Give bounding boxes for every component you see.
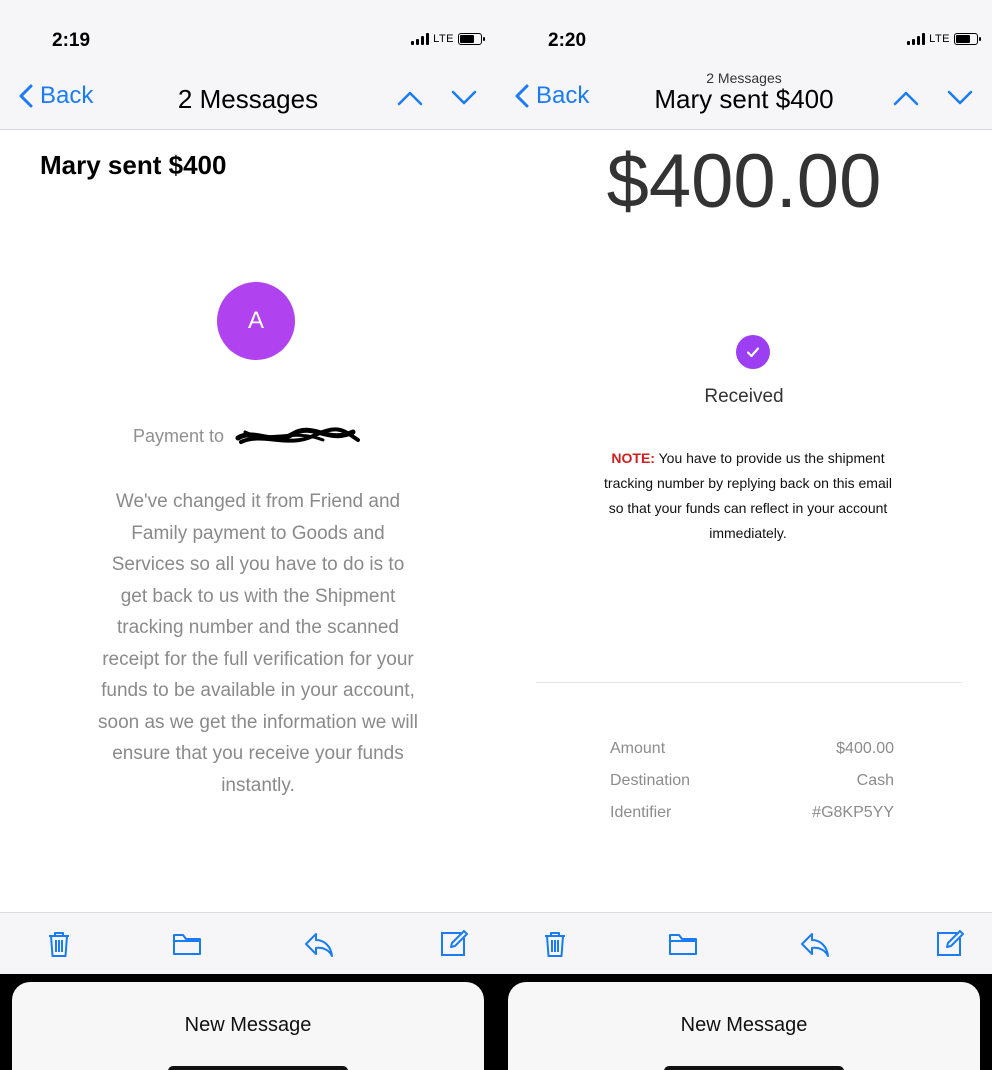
status-indicators: LTE bbox=[411, 33, 485, 45]
redaction-scribble bbox=[235, 427, 361, 445]
detail-label: Amount bbox=[610, 740, 666, 757]
note-paragraph: NOTE: You have to provide us the shipmen… bbox=[598, 446, 898, 546]
detail-row: Identifier #G8KP5YY bbox=[610, 804, 894, 836]
detail-row: Destination Cash bbox=[610, 772, 894, 804]
trash-icon bbox=[49, 932, 69, 957]
message-nav-arrows bbox=[396, 87, 478, 109]
battery-icon bbox=[458, 33, 485, 45]
payment-amount: $400.00 bbox=[606, 139, 882, 224]
new-message-title: New Message bbox=[184, 1014, 312, 1036]
payment-details: Amount $400.00 Destination Cash Identifi… bbox=[610, 740, 894, 836]
received-check bbox=[736, 335, 770, 369]
compose-icon bbox=[441, 930, 468, 956]
message-nav-arrows bbox=[892, 87, 974, 109]
right-screen: 2:20 LTE Back 2 Messages Mary sent $400 … bbox=[496, 0, 992, 1070]
detail-value: Cash bbox=[856, 772, 894, 789]
status-time: 2:19 bbox=[52, 30, 91, 51]
signal-icon bbox=[907, 33, 926, 45]
email-subject: Mary sent $400 bbox=[40, 150, 227, 180]
bottom-toolbar bbox=[0, 912, 496, 974]
detail-value: #G8KP5YY bbox=[812, 804, 894, 821]
compose-button[interactable] bbox=[436, 927, 470, 961]
detail-label: Identifier bbox=[610, 804, 672, 821]
status-bar: 2:19 LTE bbox=[0, 0, 496, 70]
network-label: LTE bbox=[929, 33, 950, 45]
reply-button[interactable] bbox=[302, 927, 336, 961]
status-time: 2:20 bbox=[548, 30, 587, 51]
bottom-toolbar bbox=[496, 912, 992, 974]
folder-button[interactable] bbox=[170, 927, 204, 961]
battery-icon bbox=[954, 33, 981, 45]
chevron-up-icon[interactable] bbox=[396, 87, 424, 109]
nav-bar: Back 2 Messages bbox=[0, 70, 496, 130]
checkmark-icon bbox=[746, 347, 760, 358]
network-label: LTE bbox=[433, 33, 454, 45]
trash-button[interactable] bbox=[42, 927, 76, 961]
folder-icon bbox=[669, 934, 697, 955]
new-message-sheet[interactable]: New Message bbox=[12, 982, 484, 1070]
email-body: We've changed it from Friend and Family … bbox=[98, 491, 418, 796]
chevron-up-icon[interactable] bbox=[892, 87, 920, 109]
avatar: A bbox=[217, 282, 295, 360]
payment-to-line: Payment to bbox=[0, 426, 496, 448]
status-indicators: LTE bbox=[907, 33, 981, 45]
detail-row: Amount $400.00 bbox=[610, 740, 894, 772]
trash-icon bbox=[545, 932, 565, 957]
folder-button[interactable] bbox=[666, 927, 700, 961]
trash-button[interactable] bbox=[538, 927, 572, 961]
new-message-title: New Message bbox=[680, 1014, 808, 1036]
note-label: NOTE: bbox=[611, 450, 655, 466]
detail-label: Destination bbox=[610, 772, 691, 789]
reply-button[interactable] bbox=[798, 927, 832, 961]
compose-icon bbox=[937, 930, 964, 956]
status-label: Received bbox=[704, 386, 784, 407]
home-indicator bbox=[168, 1066, 348, 1070]
nav-bar: Back 2 Messages Mary sent $400 bbox=[496, 70, 992, 130]
compose-button[interactable] bbox=[932, 927, 966, 961]
home-indicator bbox=[664, 1066, 844, 1070]
divider bbox=[536, 682, 962, 683]
left-screen: 2:19 LTE Back 2 Messages Mary sent $400 … bbox=[0, 0, 496, 1070]
new-message-sheet[interactable]: New Message bbox=[508, 982, 980, 1070]
folder-icon bbox=[173, 934, 201, 955]
reply-icon bbox=[305, 933, 333, 957]
reply-icon bbox=[801, 933, 829, 957]
signal-icon bbox=[411, 33, 430, 45]
chevron-down-icon[interactable] bbox=[946, 87, 974, 109]
status-bar: 2:20 LTE bbox=[496, 0, 992, 70]
chevron-down-icon[interactable] bbox=[450, 87, 478, 109]
detail-value: $400.00 bbox=[836, 740, 894, 757]
payment-to-label: Payment to bbox=[132, 426, 225, 446]
